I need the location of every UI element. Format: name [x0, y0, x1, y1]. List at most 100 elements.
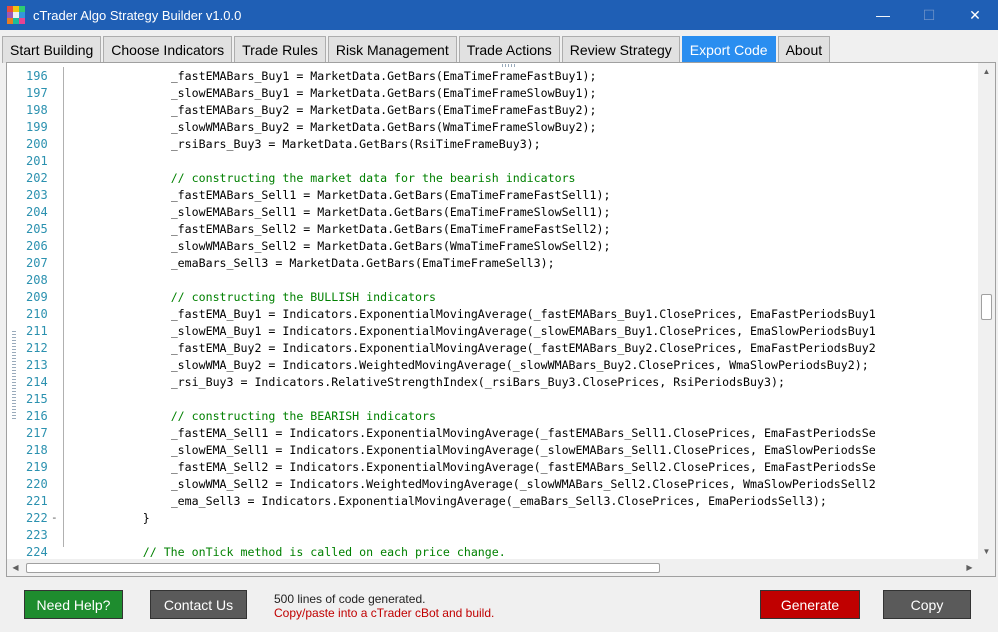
horizontal-scroll-thumb[interactable]	[26, 563, 660, 573]
code-text: _slowEMABars_Buy1 = MarketData.GetBars(E…	[170, 85, 597, 100]
code-text: _fastEMA_Buy1 = Indicators.ExponentialMo…	[170, 306, 876, 321]
code-line[interactable]: 204 _slowEMABars_Sell1 = MarketData.GetB…	[7, 203, 979, 220]
status-line-count: 500 lines of code generated.	[274, 592, 426, 606]
line-number: 215	[26, 391, 48, 406]
code-line[interactable]: 212 _fastEMA_Buy2 = Indicators.Exponenti…	[7, 339, 979, 356]
line-number: 204	[26, 204, 48, 219]
code-line[interactable]: 200 _rsiBars_Buy3 = MarketData.GetBars(R…	[7, 135, 979, 152]
code-line[interactable]: 218 _slowEMA_Sell1 = Indicators.Exponent…	[7, 441, 979, 458]
code-line[interactable]: 222- }	[7, 509, 979, 526]
code-line[interactable]: 219 _fastEMA_Sell2 = Indicators.Exponent…	[7, 458, 979, 475]
code-line[interactable]: 221 _ema_Sell3 = Indicators.ExponentialM…	[7, 492, 979, 509]
tab-start-building[interactable]: Start Building	[2, 36, 102, 63]
tab-trade-actions[interactable]: Trade Actions	[458, 36, 560, 63]
line-number: 217	[26, 425, 48, 440]
code-line[interactable]: 206 _slowWMABars_Sell2 = MarketData.GetB…	[7, 237, 979, 254]
code-line[interactable]: 207 _emaBars_Sell3 = MarketData.GetBars(…	[7, 254, 979, 271]
scroll-right-icon[interactable]: ▶	[961, 559, 978, 576]
tab-export-code[interactable]: Export Code	[681, 36, 776, 63]
line-number: 209	[26, 289, 48, 304]
close-button[interactable]: ✕	[952, 0, 998, 30]
horizontal-scrollbar[interactable]: ◀ ▶	[7, 559, 995, 576]
line-number: 202	[26, 170, 48, 185]
code-line[interactable]: 224 // The onTick method is called on ea…	[7, 543, 979, 560]
line-number: 207	[26, 255, 48, 270]
code-line[interactable]: 215	[7, 390, 979, 407]
code-text: _rsi_Buy3 = Indicators.RelativeStrengthI…	[170, 374, 785, 389]
code-line[interactable]: 223	[7, 526, 979, 543]
scroll-up-icon[interactable]: ▲	[978, 63, 995, 80]
tab-trade-rules[interactable]: Trade Rules	[234, 36, 326, 63]
app-logo-icon	[7, 6, 25, 24]
code-text: _fastEMABars_Buy1 = MarketData.GetBars(E…	[170, 68, 597, 83]
code-line[interactable]: 210 _fastEMA_Buy1 = Indicators.Exponenti…	[7, 305, 979, 322]
code-lines: 196 _fastEMABars_Buy1 = MarketData.GetBa…	[7, 67, 979, 560]
line-number: 222	[26, 510, 48, 525]
code-line[interactable]: 202 // constructing the market data for …	[7, 169, 979, 186]
code-line[interactable]: 205 _fastEMABars_Sell2 = MarketData.GetB…	[7, 220, 979, 237]
code-line[interactable]: 214 _rsi_Buy3 = Indicators.RelativeStren…	[7, 373, 979, 390]
maximize-button[interactable]: ☐	[906, 0, 952, 30]
line-number: 213	[26, 357, 48, 372]
window-title: cTrader Algo Strategy Builder v1.0.0	[33, 7, 242, 23]
scroll-down-icon[interactable]: ▼	[978, 543, 995, 560]
code-text: _rsiBars_Buy3 = MarketData.GetBars(RsiTi…	[170, 136, 541, 151]
line-number: 221	[26, 493, 48, 508]
code-text: _emaBars_Sell3 = MarketData.GetBars(EmaT…	[170, 255, 555, 270]
need-help-button[interactable]: Need Help?	[24, 590, 123, 619]
code-text: _slowEMABars_Sell1 = MarketData.GetBars(…	[170, 204, 611, 219]
tab-choose-indicators[interactable]: Choose Indicators	[103, 36, 233, 63]
vertical-scrollbar[interactable]: ▲ ▼	[978, 63, 995, 560]
line-number: 223	[26, 527, 48, 542]
tab-about[interactable]: About	[777, 36, 831, 63]
code-line[interactable]: 199 _slowWMABars_Buy2 = MarketData.GetBa…	[7, 118, 979, 135]
fold-marker[interactable]: -	[51, 511, 59, 524]
code-comment: // constructing the BEARISH indicators	[170, 408, 436, 423]
code-line[interactable]: 201	[7, 152, 979, 169]
line-number: 198	[26, 102, 48, 117]
code-line[interactable]: 209 // constructing the BULLISH indicato…	[7, 288, 979, 305]
copy-button[interactable]: Copy	[883, 590, 971, 619]
title-bar: cTrader Algo Strategy Builder v1.0.0 — ☐…	[0, 0, 998, 30]
code-line[interactable]: 208	[7, 271, 979, 288]
minimize-button[interactable]: —	[860, 0, 906, 30]
line-number: 196	[26, 68, 48, 83]
vertical-scroll-thumb[interactable]	[981, 294, 992, 320]
code-line[interactable]: 196 _fastEMABars_Buy1 = MarketData.GetBa…	[7, 67, 979, 84]
code-line[interactable]: 197 _slowEMABars_Buy1 = MarketData.GetBa…	[7, 84, 979, 101]
tab-risk-management[interactable]: Risk Management	[327, 36, 457, 63]
code-line[interactable]: 217 _fastEMA_Sell1 = Indicators.Exponent…	[7, 424, 979, 441]
contact-us-button[interactable]: Contact Us	[150, 590, 247, 619]
code-text: _fastEMABars_Buy2 = MarketData.GetBars(E…	[170, 102, 597, 117]
line-number: 219	[26, 459, 48, 474]
code-editor[interactable]: 196 _fastEMABars_Buy1 = MarketData.GetBa…	[6, 62, 996, 577]
code-line[interactable]: 220 _slowWMA_Sell2 = Indicators.Weighted…	[7, 475, 979, 492]
scroll-left-icon[interactable]: ◀	[7, 559, 24, 576]
line-number: 220	[26, 476, 48, 491]
code-line[interactable]: 213 _slowWMA_Buy2 = Indicators.WeightedM…	[7, 356, 979, 373]
line-number: 224	[26, 544, 48, 559]
line-number: 205	[26, 221, 48, 236]
code-text: _fastEMA_Sell1 = Indicators.ExponentialM…	[170, 425, 876, 440]
tab-review-strategy[interactable]: Review Strategy	[561, 36, 680, 63]
line-number: 203	[26, 187, 48, 202]
code-line[interactable]: 203 _fastEMABars_Sell1 = MarketData.GetB…	[7, 186, 979, 203]
code-line[interactable]: 198 _fastEMABars_Buy2 = MarketData.GetBa…	[7, 101, 979, 118]
code-line[interactable]: 216 // constructing the BEARISH indicato…	[7, 407, 979, 424]
generate-button[interactable]: Generate	[760, 590, 860, 619]
code-line[interactable]: 211 _slowEMA_Buy1 = Indicators.Exponenti…	[7, 322, 979, 339]
